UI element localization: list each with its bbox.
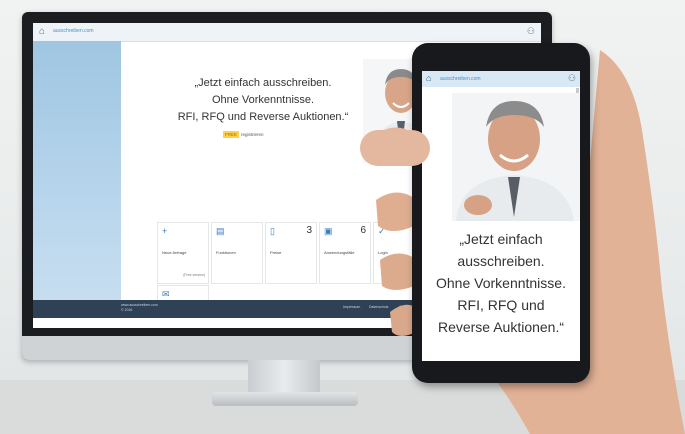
- tile-sub: (Free version): [183, 273, 205, 277]
- hero-quote-line: Ohne Vorkenntnisse.: [211, 94, 315, 106]
- tile-prices[interactable]: ▯ 3 Preise: [265, 222, 317, 284]
- phone-quote-line: Reverse Auktionen.“: [437, 319, 565, 335]
- phone-quote-line: RFI, RFQ und: [457, 297, 545, 313]
- tile-functions[interactable]: ▤ Funktionen: [211, 222, 263, 284]
- user-icon[interactable]: ⚇: [568, 73, 576, 84]
- hero-quote-line: RFI, RFQ und Reverse Auktionen.“: [177, 111, 349, 123]
- brand-logo[interactable]: ausschreiben.com: [53, 28, 94, 34]
- tile-contact[interactable]: ✉: [157, 285, 209, 301]
- tile-count: 3: [306, 225, 312, 236]
- businessman-photo: [452, 93, 580, 221]
- register-link[interactable]: registrieren: [241, 132, 264, 137]
- phone-topbar: ⌂ ausschreiben.com ⚇: [422, 71, 580, 87]
- document-icon: ▯: [270, 226, 275, 236]
- smartphone: ⌂ ausschreiben.com ⚇ „Jetzt einfach auss…: [412, 43, 590, 383]
- user-icon[interactable]: ⚇: [527, 26, 535, 37]
- footer-copyright: www.ausschreiben.com © 2016: [121, 303, 158, 313]
- phone-hero-quote: „Jetzt einfach ausschreiben. Ohne Vorken…: [422, 228, 580, 338]
- plus-icon: +: [162, 226, 168, 236]
- home-icon[interactable]: ⌂: [39, 26, 45, 37]
- home-icon[interactable]: ⌂: [426, 73, 431, 83]
- thumb: [360, 130, 430, 166]
- footer-year: © 2016: [121, 308, 133, 312]
- tile-label: Preise: [270, 250, 282, 255]
- free-badge[interactable]: FREE: [223, 131, 240, 138]
- hero-quote-line: „Jetzt einfach ausschreiben.: [194, 77, 332, 89]
- phone-quote-line: Ohne Vorkenntnisse.: [436, 275, 566, 291]
- monitor-stand: [248, 360, 320, 394]
- tile-new-request[interactable]: + Neue Anfrage (Free version): [157, 222, 209, 284]
- phone-quote-line: „Jetzt einfach: [459, 231, 543, 247]
- chart-icon: ▣: [324, 226, 333, 236]
- brand-logo[interactable]: ausschreiben.com: [440, 76, 481, 82]
- tile-label: Funktionen: [216, 250, 236, 255]
- monitor-base: [212, 392, 358, 406]
- tile-label: Neue Anfrage: [162, 250, 187, 255]
- register-cta[interactable]: FREE registrieren: [223, 131, 264, 138]
- phone-quote-line: ausschreiben.: [457, 253, 545, 269]
- phone-screen: ⌂ ausschreiben.com ⚇ „Jetzt einfach auss…: [422, 71, 580, 361]
- monitor-topbar: ⌂ ausschreiben.com ⚇: [33, 23, 541, 42]
- hero-quote: „Jetzt einfach ausschreiben. Ohne Vorken…: [153, 75, 373, 126]
- mail-icon: ✉: [162, 289, 170, 299]
- sidebar-panel: [33, 41, 121, 311]
- list-icon: ▤: [216, 226, 225, 236]
